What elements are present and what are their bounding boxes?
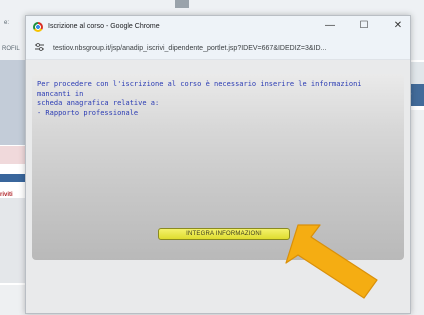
minimize-button[interactable]: — xyxy=(324,20,336,32)
background-label-profile: ROFIL xyxy=(2,46,20,52)
arrow-icon xyxy=(285,224,378,299)
tune-icon[interactable] xyxy=(35,43,45,53)
title-bar[interactable]: Iscrizione al corso - Google Chrome — ☐ … xyxy=(26,16,410,37)
window-title: Iscrizione al corso - Google Chrome xyxy=(48,23,160,30)
maximize-button[interactable]: ☐ xyxy=(358,20,370,32)
background-label-top: e: xyxy=(4,20,10,26)
info-message: Per procedere con l'iscrizione al corso … xyxy=(37,80,362,117)
address-bar[interactable]: testiov.nbsgroup.it/jsp/anadip_iscrivi_d… xyxy=(26,37,410,60)
url-text[interactable]: testiov.nbsgroup.it/jsp/anadip_iscrivi_d… xyxy=(53,45,326,52)
close-button[interactable]: ✕ xyxy=(392,20,404,32)
integra-informazioni-button[interactable]: INTEGRA INFORMAZIONI xyxy=(158,228,290,240)
chrome-icon xyxy=(33,21,43,32)
